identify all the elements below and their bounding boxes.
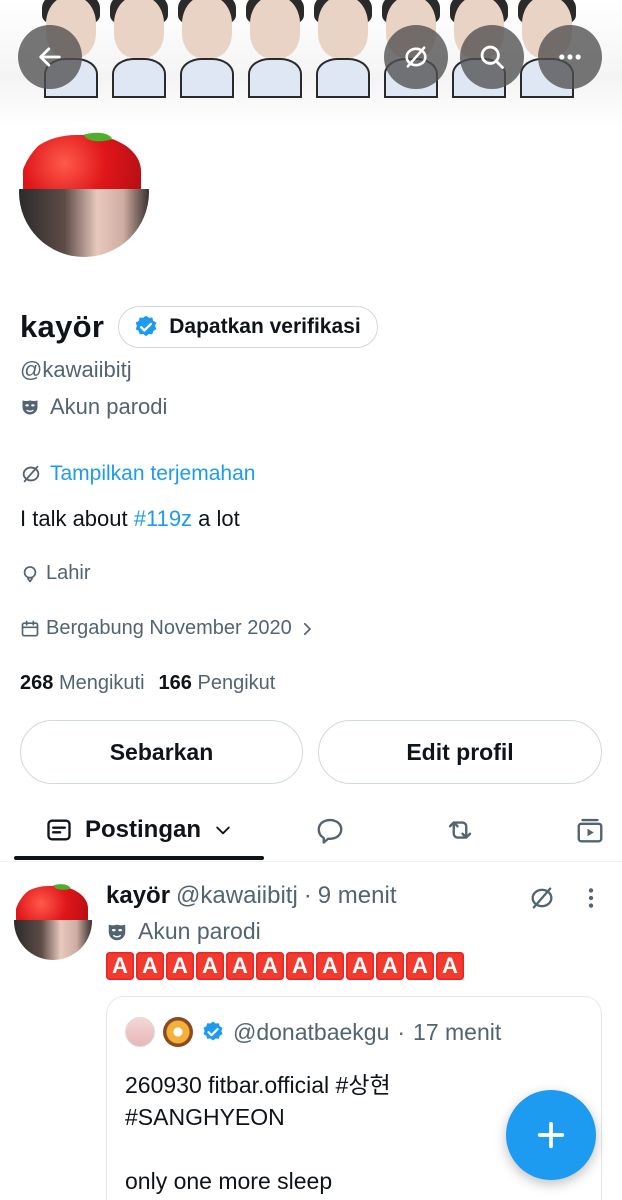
post-header: kayör @kawaiibitj · 9 menit xyxy=(106,882,396,910)
mask-icon xyxy=(22,400,38,415)
media-icon xyxy=(577,818,603,843)
quoted-post-text: 260930 fitbar.official #상현 #SANGHYEON on… xyxy=(125,1072,391,1194)
post-author-avatar[interactable] xyxy=(14,882,92,960)
tab-media[interactable] xyxy=(560,800,620,860)
followers-count: 166 xyxy=(158,672,192,694)
mask-icon xyxy=(108,924,126,940)
post-time[interactable]: 9 menit xyxy=(318,882,397,910)
a-button-emoji: A xyxy=(406,952,434,980)
a-button-emoji: A xyxy=(196,952,224,980)
display-name: kayör xyxy=(20,309,105,344)
tab-reposts[interactable] xyxy=(430,800,490,860)
profile-avatar[interactable] xyxy=(14,122,154,262)
quoted-author-avatar xyxy=(125,1017,155,1047)
birth-info: Lahir xyxy=(20,562,90,585)
more-vertical-icon[interactable] xyxy=(578,884,604,912)
more-icon xyxy=(559,54,581,60)
translate-icon xyxy=(22,465,40,483)
quoted-separator: · xyxy=(397,1018,406,1045)
a-button-emoji: A xyxy=(106,952,134,980)
profile-banner xyxy=(0,0,622,130)
posts-icon xyxy=(47,819,71,841)
show-translation-label: Tampilkan terjemahan xyxy=(50,462,256,485)
chevron-right-icon xyxy=(303,622,311,635)
a-button-emoji: A xyxy=(316,952,344,980)
following-link[interactable]: 268 Mengikuti xyxy=(20,672,145,695)
verified-badge-icon xyxy=(203,1021,223,1041)
quoted-time: 17 menit xyxy=(413,1018,502,1045)
post-parody-label: Akun parodi xyxy=(106,918,261,945)
get-verified-label: Dapatkan verifikasi xyxy=(169,315,361,338)
birth-label: Lahir xyxy=(46,562,91,584)
translate-icon[interactable] xyxy=(528,884,556,912)
compose-button[interactable] xyxy=(506,1090,596,1180)
quoted-author-handle: @donatbaekgu xyxy=(233,1018,390,1045)
a-button-emoji: A xyxy=(286,952,314,980)
back-button[interactable] xyxy=(18,25,82,89)
a-button-emoji: A xyxy=(346,952,374,980)
search-icon xyxy=(480,45,504,69)
edit-profile-button[interactable]: Edit profil xyxy=(318,720,602,784)
following-label: Mengikuti xyxy=(58,672,145,694)
location-pin-icon xyxy=(23,565,37,582)
more-button[interactable] xyxy=(538,25,602,89)
translate-icon xyxy=(405,46,427,68)
get-verified-button[interactable]: Dapatkan verifikasi xyxy=(118,306,378,348)
user-handle: @kawaiibitj xyxy=(20,357,132,382)
tab-posts-label: Postingan xyxy=(84,816,201,843)
banner-image xyxy=(0,0,622,98)
bio-prefix: I talk about xyxy=(20,506,134,531)
show-translation-link[interactable]: Tampilkan terjemahan xyxy=(20,462,255,486)
following-count: 268 xyxy=(20,672,54,694)
a-button-emoji: A xyxy=(376,952,404,980)
active-tab-indicator xyxy=(14,856,264,860)
verified-badge-icon xyxy=(135,315,157,337)
a-button-emoji: A xyxy=(166,952,194,980)
post-author-handle[interactable]: @kawaiibitj xyxy=(176,882,298,910)
join-date[interactable]: Bergabung November 2020 xyxy=(20,617,316,640)
bio-hashtag[interactable]: #119z xyxy=(134,506,192,531)
arrow-left-icon xyxy=(39,47,61,67)
reply-icon xyxy=(317,818,343,844)
donut-emoji-icon xyxy=(163,1017,193,1047)
profile-bio: I talk about #119z a lot xyxy=(20,506,240,532)
quoted-post-header: @donatbaekgu · 17 menit xyxy=(125,1017,501,1047)
join-date-label: Bergabung November 2020 xyxy=(46,617,292,639)
calendar-icon xyxy=(21,620,39,636)
search-button[interactable] xyxy=(460,25,524,89)
a-button-emoji: A xyxy=(136,952,164,980)
followers-label: Pengikut xyxy=(197,672,276,694)
followers-link[interactable]: 166 Pengikut xyxy=(159,672,276,695)
profile-tabs: Postingan xyxy=(0,800,622,862)
post-separator: · xyxy=(303,882,312,909)
plus-icon xyxy=(537,1121,565,1149)
a-button-emoji: A xyxy=(256,952,284,980)
share-button[interactable]: Sebarkan xyxy=(20,720,303,784)
translate-profile-button[interactable] xyxy=(384,25,448,89)
parody-label: Akun parodi xyxy=(20,394,167,420)
a-button-emoji: A xyxy=(226,952,254,980)
parody-text: Akun parodi xyxy=(50,394,168,419)
a-button-emoji: A xyxy=(436,952,464,980)
bio-suffix: a lot xyxy=(192,506,240,531)
post-author-name[interactable]: kayör xyxy=(106,882,170,910)
tab-replies[interactable] xyxy=(300,800,360,860)
post-text: AAAAAAAAAAAA xyxy=(106,952,464,980)
tab-posts[interactable]: Postingan xyxy=(14,800,264,860)
chevron-down-icon xyxy=(216,826,230,835)
post-parody-text: Akun parodi xyxy=(138,918,261,944)
repost-icon xyxy=(448,821,472,839)
